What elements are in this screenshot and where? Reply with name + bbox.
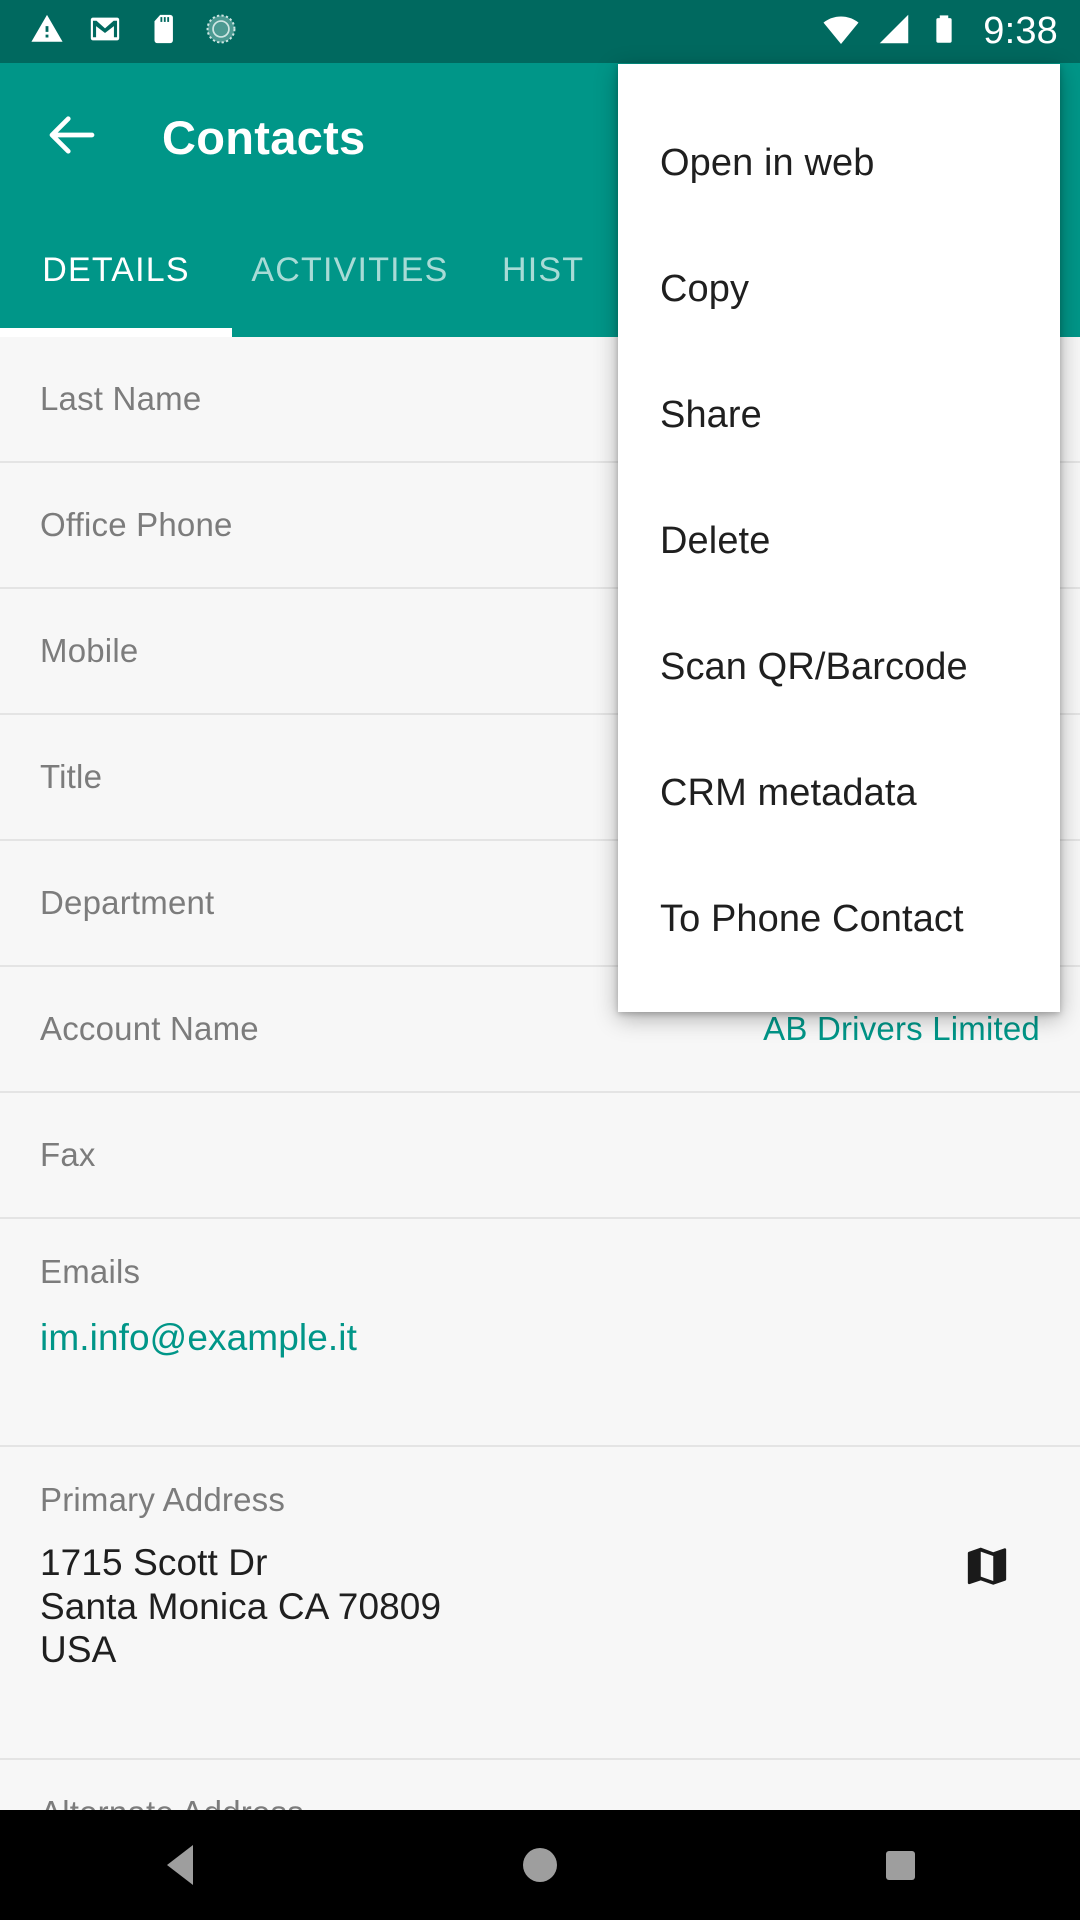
address-line-3: USA [40, 1629, 117, 1671]
emails-spacer [40, 1359, 1040, 1411]
address-line-1: 1715 Scott Dr [40, 1542, 268, 1583]
nav-back-button[interactable] [115, 1810, 245, 1920]
field-label: Office Phone [40, 506, 233, 543]
field-label: Title [40, 758, 103, 795]
menu-item-delete[interactable]: Delete [618, 478, 1060, 604]
tab-details[interactable]: DETAILS [0, 211, 232, 337]
menu-item-crm-metadata[interactable]: CRM metadata [618, 730, 1060, 856]
nav-home-button[interactable] [475, 1810, 605, 1920]
field-label: Department [40, 884, 215, 921]
menu-item-scan-qr-barcode[interactable]: Scan QR/Barcode [618, 604, 1060, 730]
tab-active-indicator [0, 328, 232, 337]
open-map-button[interactable] [962, 1541, 1012, 1596]
warning-icon [30, 12, 64, 51]
cellular-signal-icon [875, 10, 913, 53]
field-row-fax[interactable]: Fax [0, 1093, 1080, 1219]
primary-address-inner: Primary Address 1715 Scott Dr Santa Moni… [40, 1481, 1040, 1672]
primary-address-text-group: Primary Address 1715 Scott Dr Santa Moni… [40, 1481, 441, 1672]
home-circle-icon [523, 1848, 557, 1882]
field-label: Account Name [40, 1010, 259, 1047]
recents-square-icon [885, 1850, 915, 1880]
sync-circle-icon [204, 12, 238, 51]
field-label: Mobile [40, 632, 139, 669]
app-screen: 9:38 Contacts DETAILS ACTIVITIES HIST La… [0, 0, 1080, 1920]
android-navigation-bar [0, 1810, 1080, 1920]
email-link[interactable]: im.info@example.it [40, 1317, 1040, 1359]
overflow-menu: Open in web Copy Share Delete Scan QR/Ba… [618, 64, 1060, 1012]
field-label: Emails [40, 1253, 141, 1290]
menu-item-share[interactable]: Share [618, 352, 1060, 478]
field-label: Fax [40, 1136, 96, 1173]
gmail-icon [88, 12, 122, 51]
status-bar-clock: 9:38 [983, 10, 1058, 52]
field-row-emails[interactable]: Emails im.info@example.it [0, 1219, 1080, 1447]
field-row-alternate-address[interactable]: Alternate Address [0, 1760, 1080, 1810]
field-label: Last Name [40, 380, 202, 417]
map-icon [962, 1547, 1012, 1595]
menu-item-to-phone-contact[interactable]: To Phone Contact [618, 856, 1060, 982]
field-label: Alternate Address [40, 1794, 1040, 1810]
back-button[interactable] [24, 89, 120, 185]
field-row-primary-address[interactable]: Primary Address 1715 Scott Dr Santa Moni… [0, 1447, 1080, 1760]
back-arrow-icon [42, 105, 102, 170]
status-bar-system-icons: 9:38 [821, 9, 1058, 54]
status-bar-notification-icons [30, 12, 821, 51]
sd-card-icon [146, 12, 180, 51]
address-line-2: Santa Monica CA 70809 [40, 1585, 442, 1627]
page-title: Contacts [162, 110, 366, 164]
menu-item-open-in-web[interactable]: Open in web [618, 100, 1060, 226]
wifi-icon [821, 9, 861, 54]
battery-icon [927, 12, 961, 51]
status-bar: 9:38 [0, 0, 1080, 63]
back-triangle-icon [167, 1845, 193, 1885]
field-label: Primary Address [40, 1481, 286, 1518]
menu-item-copy[interactable]: Copy [618, 226, 1060, 352]
account-name-link[interactable]: AB Drivers Limited [763, 1010, 1040, 1048]
nav-recents-button[interactable] [835, 1810, 965, 1920]
primary-address-spacer [40, 1672, 1040, 1724]
tab-activities[interactable]: ACTIVITIES [232, 211, 468, 337]
